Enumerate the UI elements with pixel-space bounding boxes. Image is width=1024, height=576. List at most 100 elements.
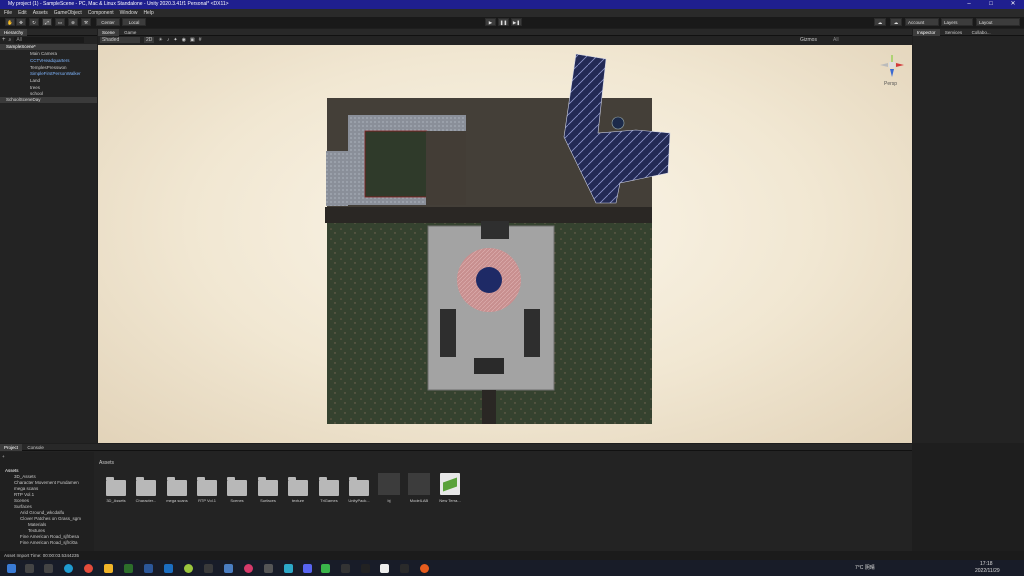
edge-icon[interactable] [64, 564, 73, 573]
app-icon[interactable] [224, 564, 233, 573]
tab-game[interactable]: Game [120, 29, 140, 36]
app-icon[interactable] [244, 564, 253, 573]
tab-hierarchy[interactable]: Hierarchy [0, 29, 28, 36]
move-tool-icon[interactable]: ✥ [16, 18, 26, 26]
layers-dropdown[interactable]: Layers [941, 18, 973, 26]
asset-folder-icon[interactable] [319, 477, 339, 496]
add-icon[interactable]: + [2, 37, 6, 43]
minimize-button[interactable]: – [958, 0, 980, 9]
collab-icon[interactable]: ☁ [874, 18, 886, 26]
hierarchy-item-main-camera[interactable]: Main Camera [30, 51, 57, 56]
grid-icon[interactable]: # [199, 37, 202, 43]
2d-toggle[interactable]: 2D [144, 37, 155, 43]
tree-item[interactable]: Assets [5, 468, 19, 473]
tree-item[interactable]: Fine American Road_sjfrbesa [20, 534, 79, 539]
tree-item[interactable]: Arid Ground_wkcdalfu [20, 510, 64, 515]
tree-item[interactable]: Fine American Road_sjfrcl0a [20, 540, 78, 545]
word-icon[interactable] [144, 564, 153, 573]
tree-item[interactable]: Scenes [14, 498, 29, 503]
asset-folder-icon[interactable] [167, 477, 187, 496]
step-button[interactable]: ▶❚ [511, 18, 522, 26]
model-icon[interactable] [378, 473, 400, 495]
tab-scene[interactable]: Scene [98, 29, 119, 36]
hierarchy-search[interactable]: All [14, 37, 85, 43]
tree-item[interactable]: Textures [28, 528, 45, 533]
gizmos-dropdown[interactable]: Gizmos [800, 37, 817, 43]
search-icon[interactable] [25, 564, 34, 573]
asset-folder-icon[interactable] [227, 477, 247, 496]
menu-gameobject[interactable]: GameObject [54, 10, 82, 16]
terminal-icon[interactable] [361, 564, 370, 573]
close-button[interactable]: ✕ [1002, 0, 1024, 9]
tree-item[interactable]: RTP Vol.1 [14, 492, 34, 497]
asset-folder-icon[interactable] [288, 477, 308, 496]
project-breadcrumb[interactable]: Assets [99, 460, 114, 466]
audio-icon[interactable]: ♪ [167, 37, 170, 43]
asset-folder-icon[interactable] [349, 477, 369, 496]
axis-gizmo[interactable] [880, 55, 904, 77]
task-view-icon[interactable] [44, 564, 53, 573]
tab-console[interactable]: Console [23, 444, 48, 451]
scene-viewport[interactable]: Persp [98, 45, 912, 443]
asset-folder-icon[interactable] [258, 477, 278, 496]
camera-icon[interactable]: ▣ [190, 37, 195, 43]
menu-component[interactable]: Component [88, 10, 114, 16]
tree-item[interactable]: Character Movement Fundamen [14, 480, 79, 485]
file-explorer-icon[interactable] [104, 564, 113, 573]
tree-item[interactable]: Surfaces [14, 504, 32, 509]
tab-inspector[interactable]: Inspector [913, 29, 940, 36]
pause-button[interactable]: ❚❚ [498, 18, 509, 26]
space-toggle[interactable]: Local [122, 18, 146, 26]
hierarchy-item-land[interactable]: Land [30, 78, 40, 83]
menu-edit[interactable]: Edit [18, 10, 27, 16]
chrome-icon[interactable] [84, 564, 93, 573]
hierarchy-item-walker[interactable]: SimpleFirstPersonWalker [30, 71, 81, 76]
layout-dropdown[interactable]: Layout [976, 18, 1020, 26]
app-icon[interactable] [204, 564, 213, 573]
app-icon[interactable] [400, 564, 409, 573]
hierarchy-item-school[interactable]: school [30, 91, 43, 96]
tree-item[interactable]: Materials [28, 522, 46, 527]
hierarchy-item-cctv[interactable]: CCTVHeadquarters [30, 58, 70, 63]
effects-icon[interactable]: ✦ [173, 37, 177, 43]
app-icon[interactable] [284, 564, 293, 573]
menu-help[interactable]: Help [143, 10, 153, 16]
tree-item[interactable]: 3D_Assets [14, 474, 36, 479]
unity-icon[interactable] [380, 564, 389, 573]
tab-project[interactable]: Project [0, 444, 23, 451]
account-dropdown[interactable]: Account [905, 18, 939, 26]
menu-assets[interactable]: Assets [33, 10, 48, 16]
hand-tool-icon[interactable]: ✋ [5, 18, 15, 26]
app-icon[interactable] [184, 564, 193, 573]
transform-tool-icon[interactable]: ⊕ [68, 18, 78, 26]
menu-window[interactable]: Window [120, 10, 138, 16]
asset-folder-icon[interactable] [106, 477, 126, 496]
tab-collab[interactable]: Collabo... [968, 29, 995, 36]
blender-icon[interactable] [420, 564, 429, 573]
rect-tool-icon[interactable]: ▭ [55, 18, 65, 26]
terrain-icon[interactable] [440, 473, 460, 495]
asset-folder-icon[interactable] [136, 477, 156, 496]
clock-time[interactable]: 17:18 [980, 561, 993, 567]
menu-file[interactable]: File [4, 10, 12, 16]
shading-dropdown[interactable]: Shaded [100, 37, 140, 43]
asset-folder-icon[interactable] [197, 477, 217, 496]
hierarchy-item-temples[interactable]: TemplesPresswon [30, 65, 67, 70]
hidden-icon[interactable]: ◉ [182, 37, 186, 43]
cloud-icon[interactable]: ☁ [890, 18, 902, 26]
wechat-icon[interactable] [321, 564, 330, 573]
rotate-tool-icon[interactable]: ↻ [29, 18, 39, 26]
scale-tool-icon[interactable]: ⤢ [42, 18, 52, 26]
play-button[interactable]: ▶ [485, 18, 496, 26]
tab-services[interactable]: Services [941, 29, 966, 36]
discord-icon[interactable] [303, 564, 312, 573]
hierarchy-item-samplescene[interactable]: SampleScene* [6, 44, 36, 49]
model-icon[interactable] [408, 473, 430, 495]
app-icon[interactable] [164, 564, 173, 573]
windows-start-icon[interactable] [7, 564, 16, 573]
app-icon[interactable] [341, 564, 350, 573]
hierarchy-item-trees[interactable]: trees [30, 85, 40, 90]
settings-icon[interactable] [264, 564, 273, 573]
scene-search[interactable]: All [833, 37, 839, 43]
clock-date[interactable]: 2022/11/29 [975, 568, 1000, 574]
